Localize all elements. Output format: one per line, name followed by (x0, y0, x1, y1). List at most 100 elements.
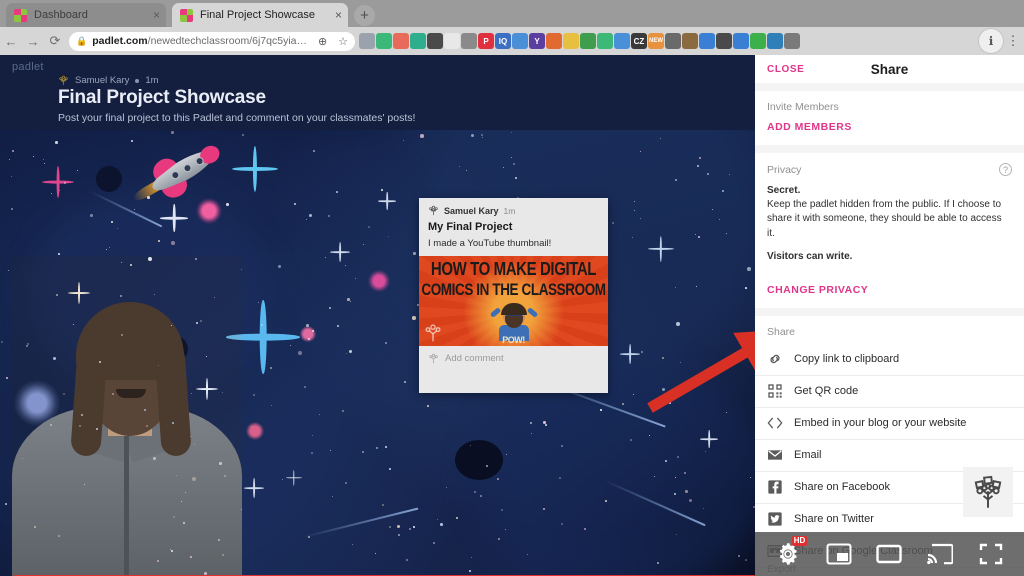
star-dot (474, 491, 476, 493)
forward-button[interactable]: → (22, 30, 44, 52)
yahoo-extension[interactable]: Y (529, 33, 545, 49)
star-dot (192, 477, 196, 481)
star-dot (676, 322, 680, 326)
visitors-suffix: . (849, 250, 853, 262)
new-tab-button[interactable]: + (354, 5, 375, 26)
calendar-extension[interactable] (512, 33, 528, 49)
chat-extension[interactable] (393, 33, 409, 49)
drive-extension[interactable] (359, 33, 375, 49)
padlet-tree-icon (974, 475, 1002, 508)
miniplayer-button[interactable] (822, 539, 856, 569)
tab-close-icon[interactable]: × (335, 9, 342, 21)
star-dot (662, 357, 664, 359)
screen-extension[interactable] (699, 33, 715, 49)
pin-extension[interactable] (427, 33, 443, 49)
share-panel-title: Share (870, 61, 909, 77)
pinterest-extension[interactable]: P (478, 33, 494, 49)
cz-extension[interactable]: CZ (631, 33, 647, 49)
cursor-extension[interactable] (716, 33, 732, 49)
tab-close-icon[interactable]: × (153, 9, 160, 21)
share-option-copy-link-to-clipboard[interactable]: Copy link to clipboard (755, 344, 1024, 376)
star-dot (584, 528, 586, 530)
green-dot-extension[interactable] (750, 33, 766, 49)
grammar-extension[interactable] (410, 33, 426, 49)
fullscreen-button[interactable] (974, 539, 1008, 569)
cloud-extension[interactable] (461, 33, 477, 49)
padlet-post-card[interactable]: Samuel Kary 1m My Final Project I made a… (419, 198, 608, 393)
star-dot (298, 351, 302, 355)
post-author: Samuel Kary (444, 205, 499, 216)
star-dot (270, 367, 272, 369)
star-dot (242, 134, 244, 136)
address-bar[interactable]: 🔒 padlet.com/newedtechclassroom/6j7qc5yi… (69, 31, 355, 51)
star-dot (241, 269, 242, 270)
star-dot (328, 215, 330, 217)
padlet-logo[interactable]: padlet (12, 61, 44, 73)
browser-tab-dashboard[interactable]: Dashboard × (6, 3, 166, 27)
star-dot (440, 523, 443, 526)
add-comment-placeholder: Add comment (445, 353, 504, 364)
star-dot (121, 334, 123, 336)
star-burst-icon (368, 270, 390, 292)
star-dot (8, 270, 9, 271)
star-dot (561, 445, 563, 447)
post-time: 1m (503, 205, 516, 216)
star-dot (195, 258, 197, 260)
doc-extension[interactable] (444, 33, 460, 49)
video-control-bar: 8:36 / 11:26 (0, 571, 755, 576)
zoom-indicator-icon[interactable]: ⊕ (312, 35, 327, 48)
profile-avatar[interactable]: ℹ (978, 28, 1004, 54)
star-dot (1, 341, 3, 343)
padlet-header-meta: Samuel Kary 1m (58, 75, 698, 86)
video-player-stage[interactable] (0, 130, 755, 576)
new-badge-extension[interactable]: NEW (648, 33, 664, 49)
cast-button[interactable] (923, 539, 957, 569)
browser-tab-final-project-showcase[interactable]: Final Project Showcase × (172, 3, 348, 27)
thumbnail-pow-text: POW! (502, 335, 525, 345)
star-dot (226, 203, 229, 206)
padlet-subtitle: Post your final project to this Padlet a… (58, 112, 416, 124)
visitors-prefix: Visitors can (767, 250, 827, 262)
notes-extension[interactable] (376, 33, 392, 49)
scissors-extension[interactable] (665, 33, 681, 49)
settings-button[interactable]: HD (771, 536, 808, 569)
tab-title: Dashboard (34, 9, 88, 21)
clock-extension[interactable] (546, 33, 562, 49)
search-extension[interactable] (733, 33, 749, 49)
star-dot (171, 241, 175, 245)
download-extension[interactable] (580, 33, 596, 49)
post-add-comment-row[interactable]: Add comment (419, 346, 608, 371)
add-members-button[interactable]: ADD MEMBERS (755, 119, 1024, 145)
star-dot (368, 226, 370, 228)
star-dot (345, 482, 347, 484)
section-gap (755, 145, 1024, 153)
star-dot (641, 351, 643, 353)
privacy-help-icon[interactable]: ? (999, 163, 1012, 176)
share-panel: CLOSE Share Invite Members ADD MEMBERS P… (755, 55, 1024, 576)
star-extension[interactable] (784, 33, 800, 49)
star-dot (680, 391, 682, 393)
post-title: My Final Project (428, 221, 513, 233)
bookmark-star-icon[interactable]: ☆ (332, 35, 348, 48)
share-option-get-qr-code[interactable]: Get QR code (755, 376, 1024, 408)
reload-button[interactable]: ⟳ (44, 30, 66, 52)
browser-menu-icon[interactable]: ⋮ (1006, 33, 1020, 49)
bitmoji-character: POW! (489, 302, 538, 345)
iq-extension[interactable]: IQ (495, 33, 511, 49)
change-privacy-button[interactable]: CHANGE PRIVACY (755, 274, 1024, 308)
colors-extension[interactable] (563, 33, 579, 49)
star-dot (412, 316, 416, 320)
share-option-embed-in-your-blog-or-your-website[interactable]: Embed in your blog or your website (755, 408, 1024, 440)
theater-mode-button[interactable] (872, 539, 906, 569)
planet-icon (455, 440, 503, 480)
plus-extension[interactable] (597, 33, 613, 49)
code-brackets-icon (767, 415, 783, 431)
hand-extension[interactable] (682, 33, 698, 49)
back-button[interactable]: ← (0, 30, 22, 52)
diamond-extension[interactable] (614, 33, 630, 49)
url-host: padlet.com (92, 35, 148, 47)
qr-code-icon (767, 383, 783, 399)
swirl-extension[interactable] (767, 33, 783, 49)
padlet-thumbnail-preview[interactable] (963, 467, 1013, 517)
post-thumbnail-image[interactable]: HOW TO MAKE DIGITAL COMICS IN THE CLASSR… (419, 256, 608, 346)
